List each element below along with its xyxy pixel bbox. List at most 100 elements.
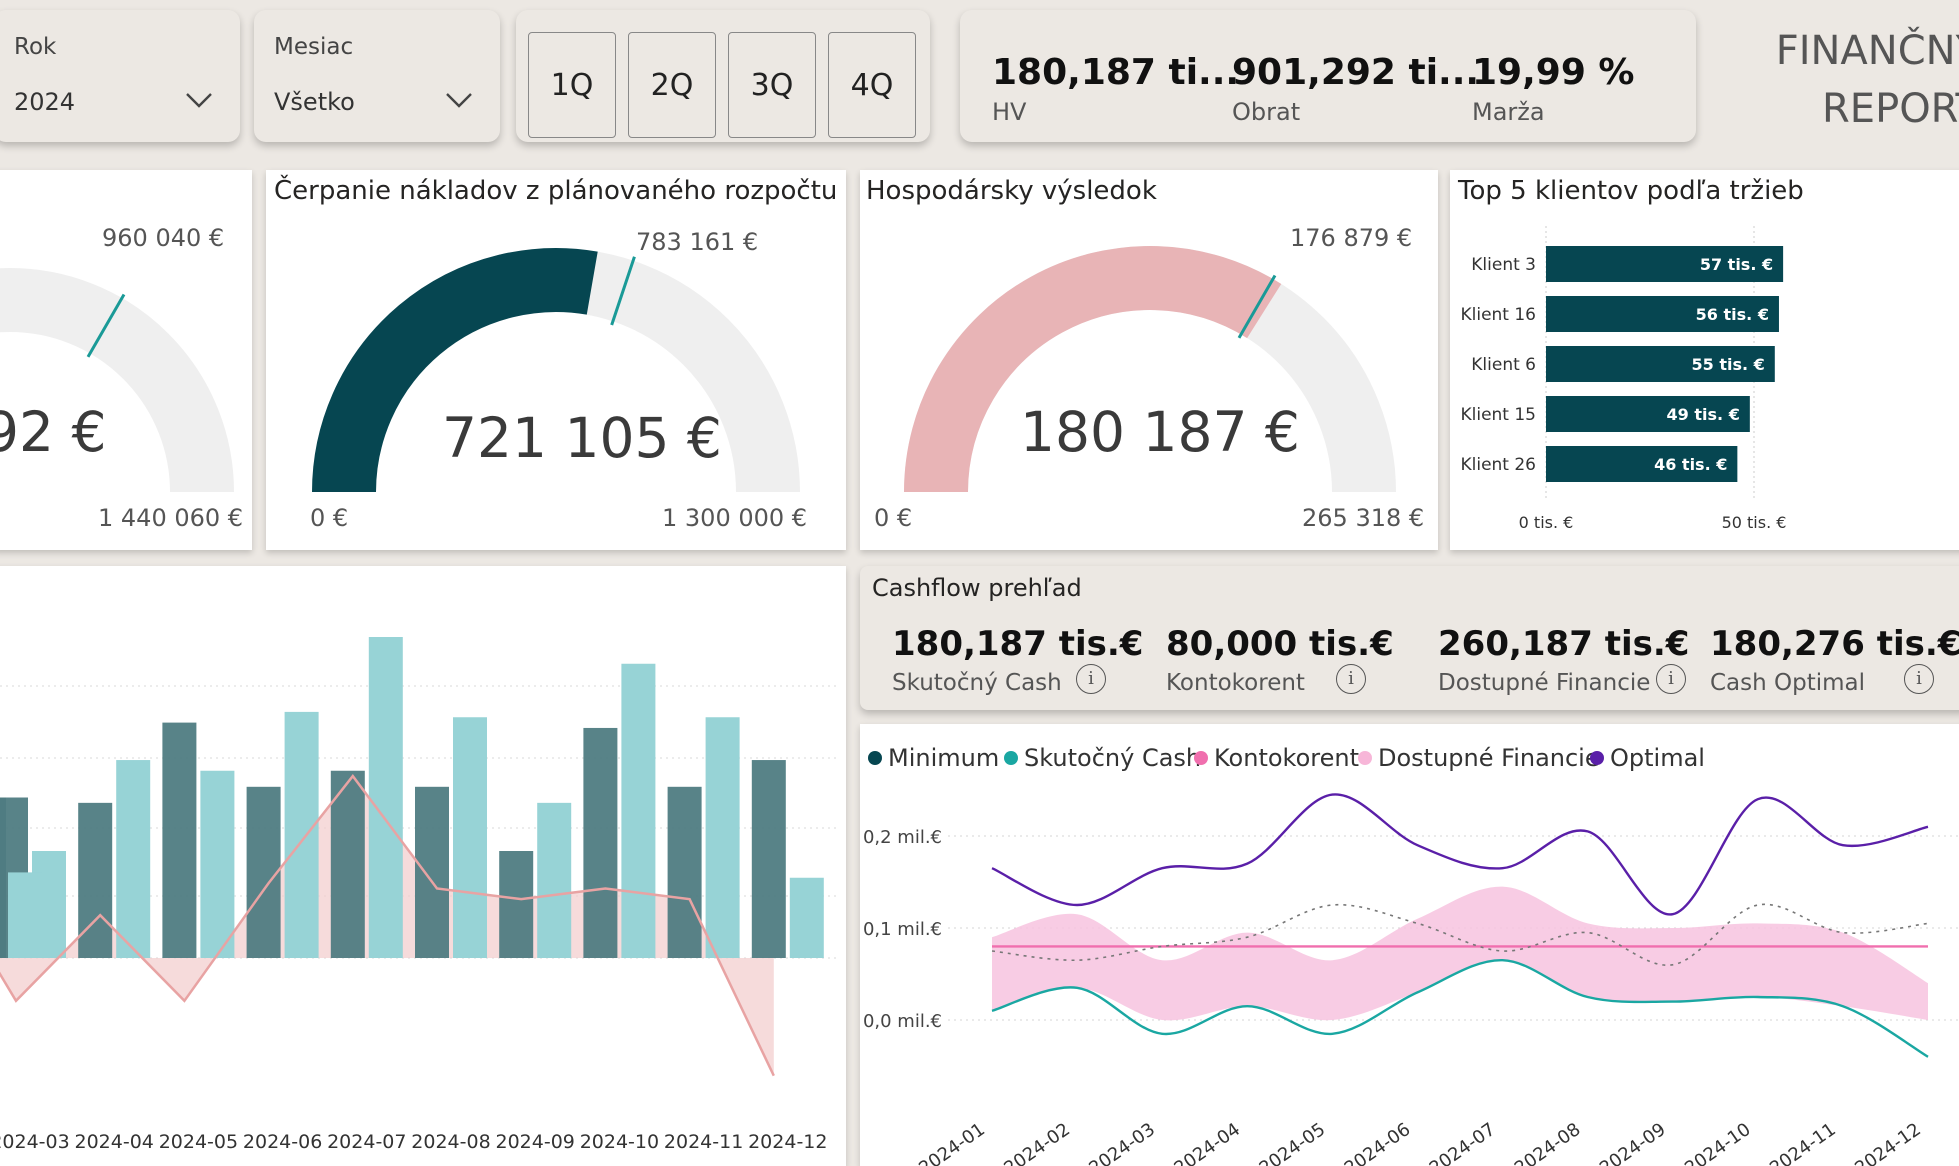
legend-dot-icon [1590, 751, 1604, 765]
year-slicer[interactable]: Rok 2024 [0, 10, 240, 142]
gauge-target-label: 783 161 € [636, 228, 759, 256]
kpi-hv-value: 180,187 ti... [992, 52, 1240, 93]
x-axis-label: 2024-08 [1511, 1119, 1585, 1166]
bar-light [8, 872, 42, 958]
bar-dark [667, 786, 702, 958]
bar-light [368, 637, 403, 958]
x-axis-label: 2024-03 [1085, 1119, 1159, 1166]
info-icon[interactable]: i [1904, 664, 1934, 694]
x-axis-label: 2024-06 [1341, 1119, 1415, 1166]
quarter-button-1q[interactable]: 1Q [528, 32, 616, 138]
cashflow-optimal-label: Cash Optimal [1710, 670, 1866, 696]
client-value-label: 56 tis. € [1696, 305, 1769, 324]
x-axis-label: 2024-10 [1681, 1119, 1755, 1166]
info-icon[interactable]: i [1336, 664, 1366, 694]
top-clients-chart: Klient 3 57 tis. € Klient 16 56 tis. € Klien… [1460, 226, 1787, 532]
client-value-label: 57 tis. € [1700, 255, 1773, 274]
quarter-slicer: 1Q 2Q 3Q 4Q [516, 10, 930, 142]
year-label: Rok [14, 34, 57, 60]
x-axis-label: 2024-07 [1426, 1119, 1500, 1166]
cashflow-optimal-value: 180,276 tis.€ [1710, 624, 1959, 664]
client-value-label: 49 tis. € [1667, 405, 1740, 424]
x-axis-label: 2024-10 [580, 1131, 659, 1153]
gauge-costs [312, 248, 800, 493]
bar-light [621, 663, 656, 958]
bar-light [284, 711, 319, 958]
chevron-down-icon[interactable] [184, 90, 214, 110]
quarter-button-3q[interactable]: 3Q [728, 32, 816, 138]
bar-dark [583, 727, 618, 958]
bar-dark [751, 760, 786, 958]
gauge-card-revenue: 960 040 € 92 € 1 440 060 € [0, 170, 252, 550]
y-axis-label: 0,1 mil.€ [863, 919, 942, 940]
legend-dot-icon [1358, 751, 1372, 765]
x-axis-label: 2024-05 [159, 1131, 238, 1153]
gauge-card-costs: Čerpanie nákladov z plánovaného rozpočtu… [266, 170, 846, 550]
bar-light [705, 717, 740, 958]
axis-tick-label: 50 tis. € [1722, 513, 1787, 532]
x-axis-label: 2024-09 [1596, 1119, 1670, 1166]
gauge-min-label: 0 € [874, 504, 913, 532]
bar-dark [499, 851, 534, 958]
cashflow-overdraft-label: Kontokorent [1166, 670, 1305, 696]
legend-optimal[interactable]: Optimal [1590, 744, 1705, 772]
month-label: Mesiac [274, 34, 354, 60]
legend-dot-icon [868, 751, 882, 765]
chevron-down-icon[interactable] [444, 90, 474, 110]
cashflow-line-chart: 0,2 mil.€0,1 mil.€0,0 mil.€2024-01 2024-0… [863, 793, 1959, 1166]
x-axis-label: 2024-08 [411, 1131, 490, 1153]
client-label: Klient 15 [1460, 405, 1536, 425]
gauge-target-label: 176 879 € [1290, 224, 1413, 252]
legend-overdraft[interactable]: Kontokorent [1194, 744, 1359, 772]
gauge-min-label: 0 € [310, 504, 349, 532]
legend-actual-cash[interactable]: Skutočný Cash [1004, 744, 1201, 772]
gauge-target-label: 960 040 € [102, 224, 225, 252]
cashflow-available-value: 260,187 tis.€ [1438, 624, 1690, 664]
legend-minimum[interactable]: Minimum [868, 744, 999, 772]
x-axis-label: 2024-03 [0, 1131, 70, 1153]
gauge-value: 180 187 € [1020, 400, 1300, 464]
legend-label: Skutočný Cash [1024, 744, 1202, 772]
info-icon[interactable]: i [1076, 664, 1106, 694]
bar-light [789, 877, 824, 958]
monthly-chart-card: 2024-032024-042024-052024-062024-072024-… [0, 566, 846, 1166]
legend-dot-icon [1194, 751, 1208, 765]
x-axis-label: 2024-09 [496, 1131, 575, 1153]
legend-label: Kontokorent [1214, 744, 1359, 772]
axis-tick-label: 0 tis. € [1519, 513, 1574, 532]
legend-dot-icon [1004, 751, 1018, 765]
cashflow-overdraft-value: 80,000 tis.€ [1166, 624, 1394, 664]
bar-light [453, 717, 487, 958]
cashflow-available-label: Dostupné Financie [1438, 670, 1651, 696]
report-title-line1: FINANČNÝ [1775, 28, 1959, 74]
cashflow-actual-label: Skutočný Cash [892, 670, 1062, 696]
bar-dark [0, 797, 6, 958]
report-title: FINANČNÝ REPORT [1740, 22, 1959, 138]
bar-light [537, 802, 572, 958]
info-icon[interactable]: i [1656, 664, 1686, 694]
bar-dark [78, 802, 113, 958]
month-value: Všetko [274, 88, 355, 116]
legend-available[interactable]: Dostupné Financie [1358, 744, 1600, 772]
kpi-marza-value: 19,99 % [1472, 52, 1635, 93]
bar-dark [415, 786, 449, 958]
gauge-max-label: 1 300 000 € [662, 504, 808, 532]
monthly-chart: 2024-032024-042024-052024-062024-072024-… [0, 637, 840, 1153]
client-value-label: 55 tis. € [1692, 355, 1765, 374]
x-axis-label: 2024-06 [243, 1131, 322, 1153]
x-axis-label: 2024-12 [748, 1131, 827, 1153]
bar-light [200, 770, 235, 958]
gauge-value: 92 € [0, 400, 107, 464]
x-axis-label: 2024-05 [1256, 1119, 1330, 1166]
month-slicer[interactable]: Mesiac Všetko [254, 10, 500, 142]
quarter-button-4q[interactable]: 4Q [828, 32, 916, 138]
client-label: Klient 3 [1471, 255, 1536, 275]
legend-label: Optimal [1610, 744, 1705, 772]
bar-dark [162, 722, 197, 958]
client-label: Klient 16 [1460, 305, 1536, 325]
y-axis-label: 0,0 mil.€ [863, 1011, 942, 1032]
quarter-button-2q[interactable]: 2Q [628, 32, 716, 138]
client-label: Klient 6 [1471, 355, 1536, 375]
legend-label: Dostupné Financie [1378, 744, 1600, 772]
gauge-max-label: 1 440 060 € [98, 504, 244, 532]
